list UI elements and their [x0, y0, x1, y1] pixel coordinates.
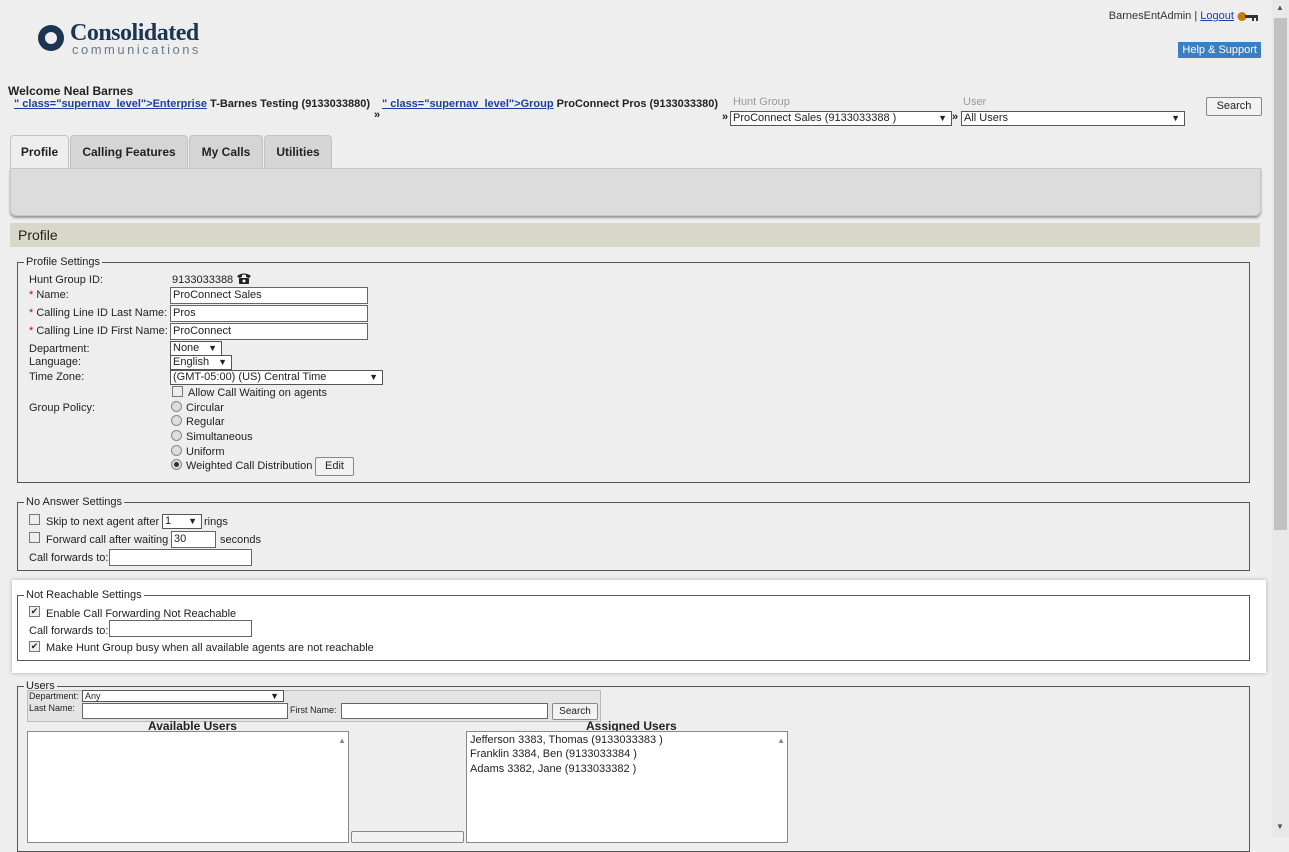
users-department-select[interactable]: Any ▼ — [82, 690, 284, 702]
busy-when-unreachable-label: Make Hunt Group busy when all available … — [46, 642, 374, 654]
add-user-button[interactable] — [351, 831, 464, 843]
users-first-name-label: First Name: — [290, 705, 337, 715]
policy-regular-label: Regular — [186, 416, 225, 428]
group-policy-label: Group Policy: — [29, 402, 96, 414]
logo-mark-icon — [38, 25, 64, 51]
enable-cfnr-checkbox[interactable]: ✔ — [29, 606, 40, 617]
tab-my-calls[interactable]: My Calls — [189, 135, 263, 169]
policy-uniform-radio[interactable] — [171, 445, 182, 456]
edit-weighted-button[interactable]: Edit — [315, 457, 354, 476]
name-input[interactable]: ProConnect Sales — [170, 287, 368, 304]
group-link[interactable]: " class="supernav_level">Group — [382, 98, 554, 110]
phone-icon — [237, 273, 251, 284]
tab-utilities[interactable]: Utilities — [264, 135, 332, 169]
no-answer-forwards-input[interactable] — [109, 549, 252, 566]
seconds-label: seconds — [220, 534, 261, 546]
breadcrumb: " class="supernav_level">Enterprise T-Ba… — [14, 98, 370, 110]
group-name: ProConnect Pros (9133033380) — [556, 98, 719, 110]
logout-link[interactable]: Logout — [1200, 10, 1234, 22]
not-reachable-legend: Not Reachable Settings — [26, 589, 142, 601]
forward-label: Forward call after waiting — [46, 534, 169, 546]
profile-settings-legend: Profile Settings — [26, 256, 100, 268]
page-scrollbar[interactable]: ▲ ▼ — [1272, 0, 1289, 838]
department-select[interactable]: None ▼ — [170, 341, 222, 356]
clid-last-name-input[interactable]: Pros — [170, 305, 368, 322]
policy-simultaneous-label: Simultaneous — [186, 431, 253, 443]
supernav-search-button[interactable]: Search — [1206, 97, 1262, 116]
dropdown-arrow-icon: ▼ — [270, 691, 279, 701]
allow-call-waiting-label: Allow Call Waiting on agents — [188, 387, 327, 399]
policy-weighted-radio[interactable] — [171, 459, 182, 470]
hunt-group-id-value: 9133033388 — [172, 274, 234, 286]
logo-subtitle: communications — [72, 42, 201, 57]
tab-profile[interactable]: Profile — [10, 135, 69, 170]
assigned-users-list[interactable]: Jefferson 3383, Thomas (9133033383 ) Fra… — [466, 731, 788, 843]
dropdown-arrow-icon: ▼ — [938, 113, 947, 123]
users-search-button[interactable]: Search — [552, 703, 598, 720]
policy-regular-radio[interactable] — [171, 415, 182, 426]
dropdown-arrow-icon: ▼ — [188, 516, 197, 526]
hunt-group-id-label: Hunt Group ID: — [29, 274, 103, 286]
enable-cfnr-label: Enable Call Forwarding Not Reachable — [46, 608, 237, 620]
user-select[interactable]: All Users ▼ — [961, 111, 1185, 126]
allow-call-waiting-checkbox[interactable] — [172, 386, 183, 397]
users-last-name-input[interactable] — [82, 703, 288, 719]
hunt-group-label: Hunt Group — [733, 96, 790, 108]
clid-first-label: * Calling Line ID First Name: — [29, 325, 168, 337]
policy-circular-label: Circular — [186, 402, 224, 414]
enterprise-name: T-Barnes Testing (9133033880) — [210, 98, 371, 110]
skip-rings-select[interactable]: 1 ▼ — [162, 514, 202, 529]
no-answer-legend: No Answer Settings — [26, 496, 122, 508]
department-label: Department: — [29, 343, 90, 355]
timezone-select[interactable]: (GMT-05:00) (US) Central Time ▼ — [170, 370, 383, 385]
forward-after-waiting-checkbox[interactable] — [29, 532, 40, 543]
scroll-up-arrow-icon[interactable]: ▲ — [1276, 3, 1284, 12]
list-item[interactable]: Jefferson 3383, Thomas (9133033383 ) — [470, 734, 663, 746]
group-breadcrumb: " class="supernav_level">Group ProConnec… — [382, 98, 718, 110]
not-reachable-forwards-label: Call forwards to: — [29, 625, 109, 637]
scroll-down-arrow-icon[interactable]: ▼ — [1276, 822, 1284, 831]
dropdown-arrow-icon: ▼ — [208, 343, 217, 353]
users-first-name-input[interactable] — [341, 703, 548, 719]
tab-calling-features[interactable]: Calling Features — [70, 135, 188, 169]
key-icon — [1237, 11, 1258, 21]
policy-simultaneous-radio[interactable] — [171, 430, 182, 441]
users-department-label: Department: — [29, 691, 79, 701]
policy-weighted-label: Weighted Call Distribution — [186, 460, 313, 472]
user-menu: BarnesEntAdmin | Logout — [1109, 10, 1259, 22]
clid-first-name-input[interactable]: ProConnect — [170, 323, 368, 340]
dropdown-arrow-icon: ▼ — [218, 357, 227, 367]
users-last-name-label: Last Name: — [29, 703, 76, 713]
page-title: Profile — [10, 223, 1260, 247]
tab-subnav-panel — [10, 168, 1261, 216]
language-select[interactable]: English ▼ — [170, 355, 232, 370]
policy-circular-radio[interactable] — [171, 401, 182, 412]
list-scroll-up-icon[interactable]: ▲ — [338, 736, 346, 745]
dropdown-arrow-icon: ▼ — [1171, 113, 1180, 123]
busy-when-unreachable-checkbox[interactable]: ✔ — [29, 641, 40, 652]
help-support-button[interactable]: Help & Support — [1178, 42, 1261, 58]
no-answer-forwards-label: Call forwards to: — [29, 552, 109, 564]
language-label: Language: — [29, 356, 81, 368]
hunt-group-select[interactable]: ProConnect Sales (9133033388 ) ▼ — [730, 111, 952, 126]
user-label: User — [963, 96, 987, 108]
scrollbar-thumb[interactable] — [1274, 18, 1287, 530]
list-item[interactable]: Franklin 3384, Ben (9133033384 ) — [470, 748, 637, 760]
forward-seconds-input[interactable]: 30 — [171, 531, 216, 548]
username: BarnesEntAdmin — [1108, 10, 1192, 22]
list-item[interactable]: Adams 3382, Jane (9133033382 ) — [470, 763, 636, 775]
timezone-label: Time Zone: — [29, 371, 85, 383]
clid-last-label: * Calling Line ID Last Name: — [29, 307, 168, 319]
name-label: * Name: — [29, 289, 69, 301]
available-users-list[interactable]: ▲ — [27, 731, 349, 843]
not-reachable-forwards-input[interactable] — [109, 620, 252, 637]
skip-label: Skip to next agent after — [46, 516, 160, 528]
welcome-text: Welcome Neal Barnes — [8, 84, 134, 98]
skip-next-agent-checkbox[interactable] — [29, 514, 40, 525]
enterprise-link[interactable]: " class="supernav_level">Enterprise — [14, 98, 207, 110]
dropdown-arrow-icon: ▼ — [369, 372, 378, 382]
policy-uniform-label: Uniform — [186, 446, 225, 458]
rings-label: rings — [204, 516, 228, 528]
list-scroll-up-icon[interactable]: ▲ — [777, 736, 785, 745]
